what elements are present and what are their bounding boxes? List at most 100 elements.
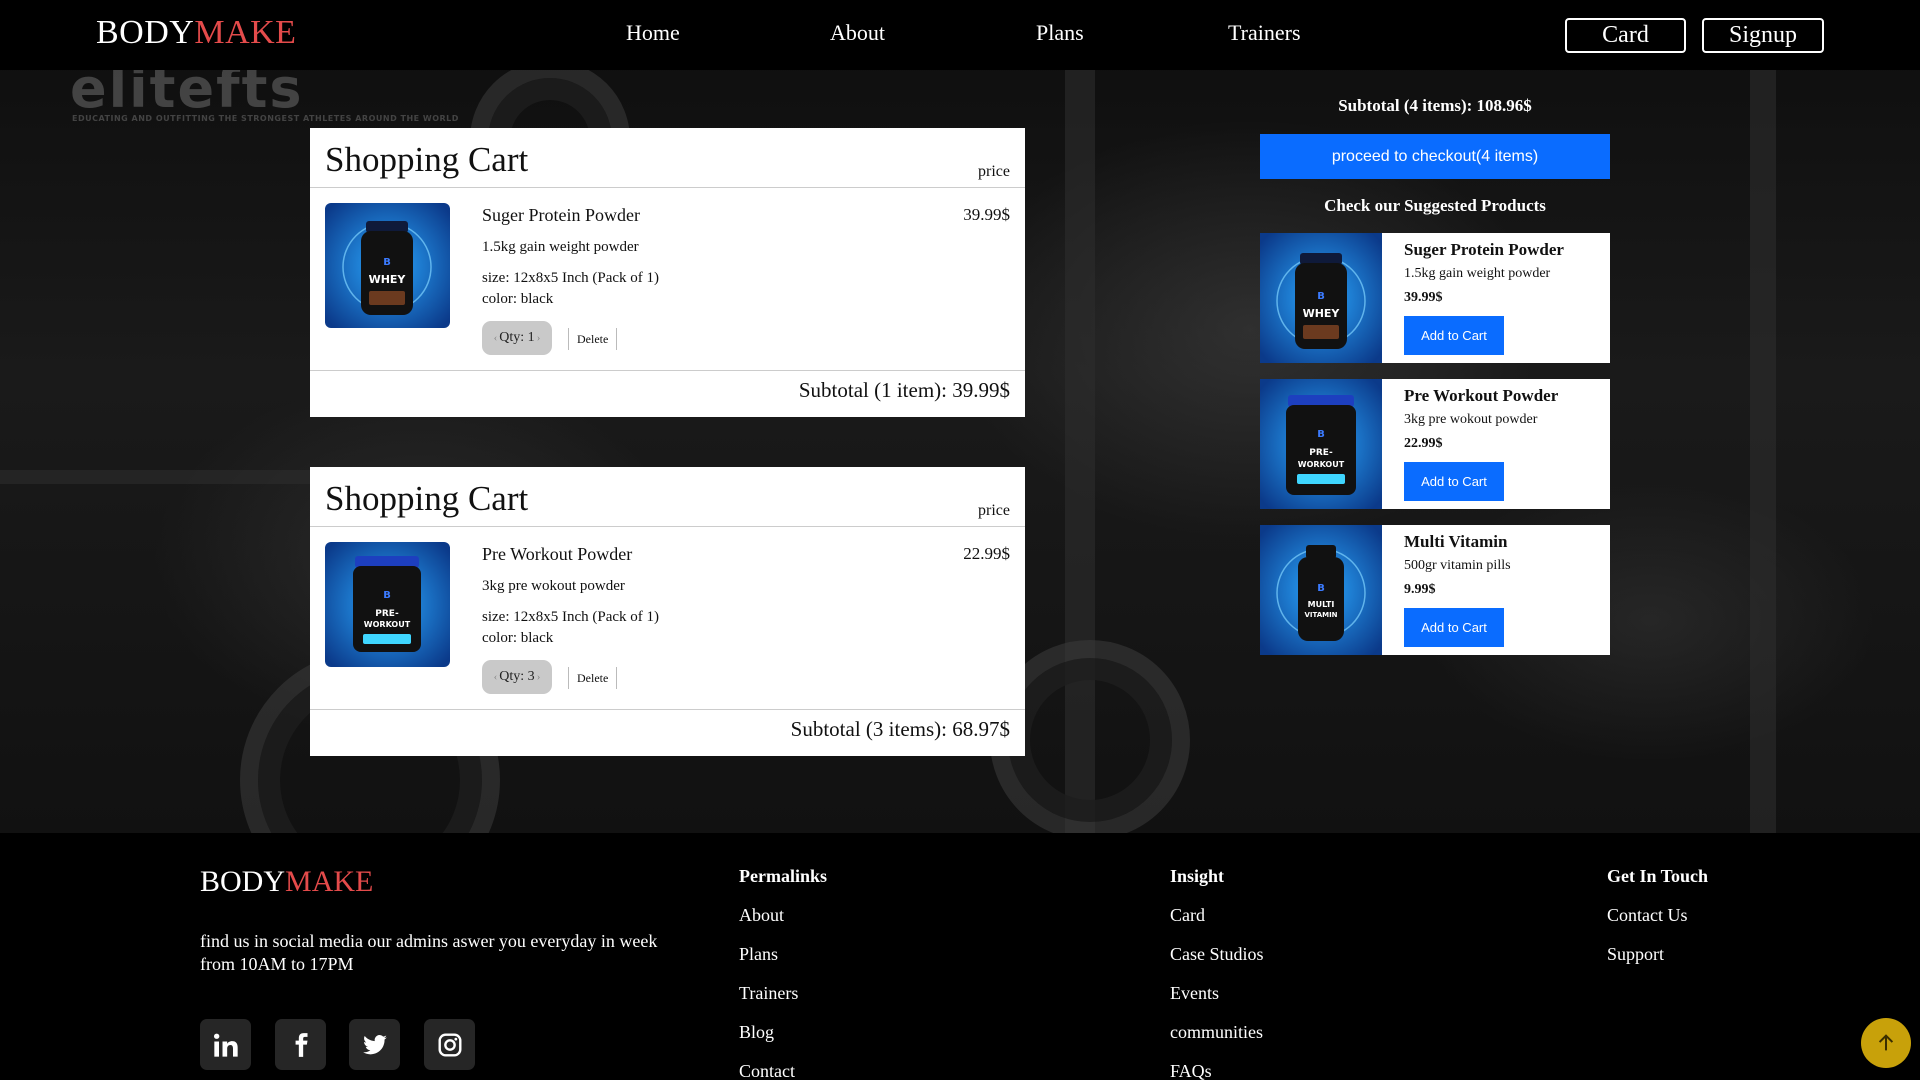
multivitamin-bottle-icon: B MULTI VITAMIN [1260, 525, 1382, 655]
svg-text:B: B [383, 590, 391, 601]
site-footer: BODYMAKE find us in social media our adm… [0, 833, 1920, 1080]
logo-part-body: BODY [96, 14, 195, 51]
suggested-product-card: B MULTI VITAMIN Multi Vitamin 500gr vita… [1260, 525, 1610, 655]
item-description: 3kg pre wokout powder [482, 578, 625, 594]
svg-text:B: B [383, 257, 391, 268]
footer-link-events[interactable]: Events [1170, 983, 1219, 1004]
svg-text:WHEY: WHEY [369, 273, 407, 286]
nav-link-plans[interactable]: Plans [1036, 20, 1084, 46]
suggested-product-name[interactable]: Suger Protein Powder [1404, 240, 1564, 260]
item-description: 1.5kg gain weight powder [482, 239, 639, 255]
footer-link-support[interactable]: Support [1607, 944, 1664, 965]
product-image[interactable]: B MULTI VITAMIN [1260, 525, 1382, 655]
footer-link-case-studios[interactable]: Case Studios [1170, 944, 1264, 965]
twitter-icon [362, 1034, 387, 1054]
quantity-select[interactable]: ‹ Qty: 1 › [482, 321, 552, 355]
instagram-button[interactable] [424, 1019, 475, 1070]
cart-subtotal: Subtotal (3 items): 68.97$ [310, 710, 1025, 756]
chevron-left-icon: ‹ [493, 671, 498, 683]
nav-link-home[interactable]: Home [626, 20, 680, 46]
site-logo[interactable]: BODYMAKE [96, 14, 296, 52]
cart-item: B PRE- WORKOUT Pre Workout Powder 22.99$… [310, 527, 1025, 710]
item-size: size: 12x8x5 Inch (Pack of 1) [482, 609, 660, 625]
footer-link-trainers[interactable]: Trainers [739, 983, 798, 1004]
nav-link-trainers[interactable]: Trainers [1228, 20, 1301, 46]
product-image[interactable]: B WHEY [1260, 233, 1382, 363]
cart-header: Shopping Cart price [310, 467, 1025, 527]
pre-workout-tub-icon: B PRE- WORKOUT [1260, 379, 1382, 509]
arrow-up-icon [1878, 1034, 1894, 1051]
svg-text:WORKOUT: WORKOUT [1298, 460, 1345, 469]
subtotal-text: Subtotal (3 items): 68.97$ [790, 717, 1010, 741]
signup-button[interactable]: Signup [1702, 18, 1824, 53]
footer-link-about[interactable]: About [739, 905, 784, 926]
item-color: color: black [482, 291, 554, 307]
quantity-value: Qty: 3 [499, 669, 535, 684]
suggested-product-name[interactable]: Multi Vitamin [1404, 532, 1507, 552]
suggested-product-name[interactable]: Pre Workout Powder [1404, 386, 1558, 406]
proceed-to-checkout-button[interactable]: proceed to checkout(4 items) [1260, 134, 1610, 179]
logo-part-make: MAKE [285, 865, 374, 898]
delete-button[interactable]: Delete [568, 667, 618, 689]
product-image[interactable]: B PRE- WORKOUT [1260, 379, 1382, 509]
item-price: 39.99$ [963, 205, 1010, 224]
svg-text:B: B [1317, 291, 1325, 302]
order-subtotal: Subtotal (4 items): 108.96$ [1338, 96, 1532, 115]
suggested-product-card: B WHEY Suger Protein Powder 1.5kg gain w… [1260, 233, 1610, 363]
nav-link-about[interactable]: About [830, 20, 885, 46]
footer-link-plans[interactable]: Plans [739, 944, 778, 965]
footer-logo[interactable]: BODYMAKE [200, 865, 373, 899]
item-name[interactable]: Pre Workout Powder [482, 544, 632, 565]
svg-text:WHEY: WHEY [1303, 307, 1341, 320]
svg-text:PRE-: PRE- [375, 609, 399, 619]
price-column-header: price [978, 502, 1010, 519]
add-to-cart-button[interactable]: Add to Cart [1404, 316, 1504, 355]
chevron-left-icon: ‹ [493, 332, 498, 344]
product-image[interactable]: B WHEY [325, 203, 450, 328]
chevron-right-icon: › [536, 671, 541, 683]
footer-link-card[interactable]: Card [1170, 905, 1205, 926]
logo-part-body: BODY [200, 865, 286, 898]
logo-part-make: MAKE [194, 14, 297, 51]
item-price: 22.99$ [963, 544, 1010, 563]
watermark-tagline: EDUCATING AND OUTFITTING THE STRONGEST A… [72, 114, 459, 123]
card-button[interactable]: Card [1565, 18, 1686, 53]
add-to-cart-button[interactable]: Add to Cart [1404, 462, 1504, 501]
quantity-select[interactable]: ‹ Qty: 3 › [482, 660, 552, 694]
facebook-button[interactable] [275, 1019, 326, 1070]
suggested-product-description: 1.5kg gain weight powder [1404, 266, 1551, 281]
footer-link-contact-us[interactable]: Contact Us [1607, 905, 1688, 926]
add-to-cart-button[interactable]: Add to Cart [1404, 608, 1504, 647]
chevron-right-icon: › [536, 332, 541, 344]
cart-item: B WHEY Suger Protein Powder 39.99$ 1.5kg… [310, 188, 1025, 371]
price-column-header: price [978, 163, 1010, 180]
linkedin-icon [213, 1033, 238, 1057]
rack-post [1750, 70, 1776, 833]
footer-link-communities[interactable]: communities [1170, 1022, 1263, 1043]
suggested-product-description: 500gr vitamin pills [1404, 558, 1511, 573]
footer-permalinks-title: Permalinks [739, 866, 827, 886]
svg-text:PRE-: PRE- [1309, 448, 1333, 458]
linkedin-button[interactable] [200, 1019, 251, 1070]
suggested-product-description: 3kg pre wokout powder [1404, 412, 1538, 427]
whey-tub-icon: B WHEY [1260, 233, 1382, 363]
footer-description: find us in social media our admins aswer… [200, 931, 658, 974]
watermark-logo: elitefts [70, 57, 304, 120]
item-name[interactable]: Suger Protein Powder [482, 205, 640, 226]
footer-link-contact[interactable]: Contact [739, 1061, 795, 1080]
svg-text:B: B [1317, 429, 1325, 440]
facebook-icon [295, 1032, 307, 1057]
footer-link-blog[interactable]: Blog [739, 1022, 774, 1043]
cart-subtotal: Subtotal (1 item): 39.99$ [310, 371, 1025, 417]
item-color: color: black [482, 630, 554, 646]
whey-tub-icon: B WHEY [325, 203, 450, 328]
footer-link-faqs[interactable]: FAQs [1170, 1061, 1212, 1080]
back-to-top-button[interactable] [1861, 1018, 1911, 1068]
product-image[interactable]: B PRE- WORKOUT [325, 542, 450, 667]
suggested-product-price: 9.99$ [1404, 582, 1436, 597]
delete-button[interactable]: Delete [568, 328, 618, 350]
cart-title: Shopping Cart [325, 140, 529, 179]
subtotal-text: Subtotal (1 item): 39.99$ [798, 378, 1010, 402]
twitter-button[interactable] [349, 1019, 400, 1070]
footer-insight-title: Insight [1170, 866, 1225, 886]
